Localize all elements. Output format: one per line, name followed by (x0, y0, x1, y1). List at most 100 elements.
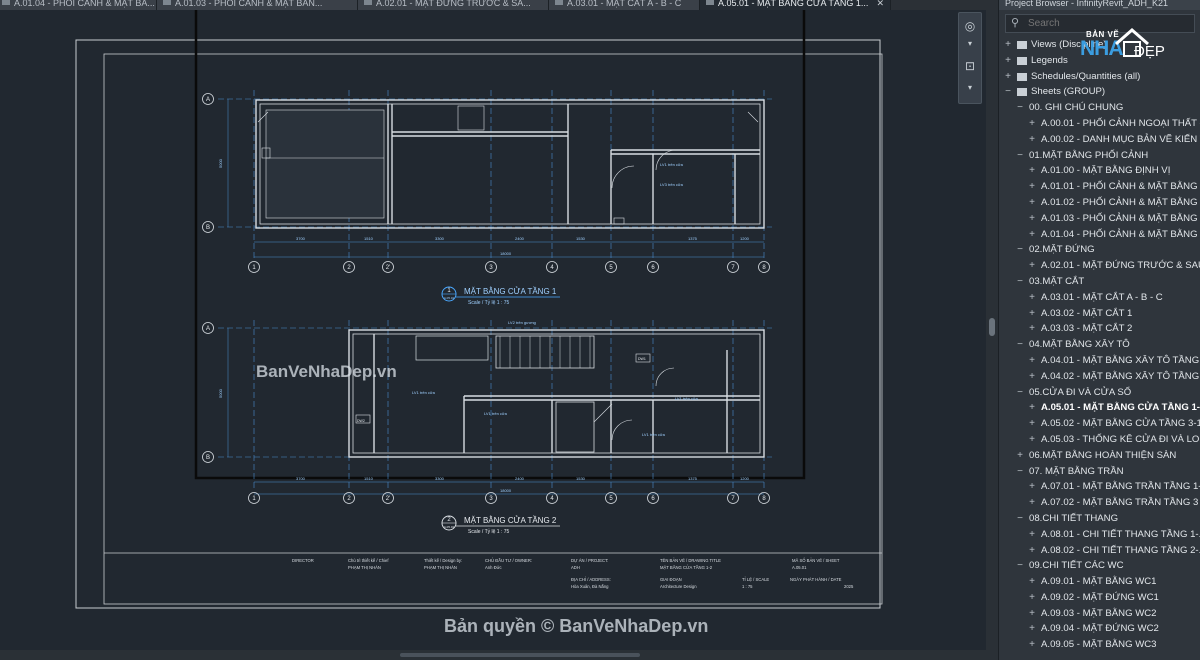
svg-text:A: A (206, 97, 210, 103)
horizontal-scroll-thumb[interactable] (400, 653, 640, 657)
tree-node[interactable]: −04.MẶT BẰNG XÂY TÔ (999, 337, 1200, 353)
expand-icon[interactable]: + (1003, 69, 1013, 85)
expand-icon[interactable]: + (1027, 400, 1037, 416)
steering-wheel-icon[interactable]: ◎ (961, 17, 979, 35)
expand-icon[interactable]: + (1027, 606, 1037, 622)
collapse-icon[interactable]: − (1015, 511, 1025, 527)
collapse-icon[interactable]: − (1015, 464, 1025, 480)
collapse-icon[interactable]: − (1015, 337, 1025, 353)
tree-node[interactable]: + A.01.02 - PHỐI CẢNH & MẶT BẰNG ... (999, 195, 1200, 211)
collapse-icon[interactable]: − (1015, 242, 1025, 258)
expand-icon[interactable]: + (1027, 179, 1037, 195)
tree-node[interactable]: + A.09.05 - MẶT BẰNG WC3 (999, 637, 1200, 653)
zoom-dropdown-icon[interactable]: ▾ (961, 79, 979, 97)
expand-icon[interactable]: + (1027, 543, 1037, 559)
expand-icon[interactable]: + (1027, 227, 1037, 243)
tree-node[interactable]: −09.CHI TIẾT CÁC WC (999, 558, 1200, 574)
tree-node[interactable]: −05.CỬA ĐI VÀ CỬA SỔ (999, 385, 1200, 401)
collapse-icon[interactable]: − (1015, 148, 1025, 164)
tree-node[interactable]: + A.09.03 - MẶT BẰNG WC2 (999, 606, 1200, 622)
watermark-bottom: Bản quyền © BanVeNhaDep.vn (444, 616, 709, 636)
tree-node[interactable]: + A.08.02 - CHI TIẾT THANG TẦNG 2-... (999, 543, 1200, 559)
tree-node[interactable]: + A.04.01 - MẶT BẰNG XÂY TÔ TẦNG ... (999, 353, 1200, 369)
expand-icon[interactable]: + (1027, 290, 1037, 306)
tree-node[interactable]: −00. GHI CHÚ CHUNG (999, 100, 1200, 116)
expand-icon[interactable]: + (1027, 163, 1037, 179)
expand-icon[interactable]: + (1003, 53, 1013, 69)
tab-a-01-04[interactable]: A.01.04 - PHỐI CẢNH & MẶT BẰ... (0, 0, 157, 10)
expand-icon[interactable]: + (1027, 369, 1037, 385)
tab-a-05-01[interactable]: A.05.01 - MẶT BẰNG CỬA TẦNG 1... ✕ (700, 0, 891, 10)
tree-node[interactable]: + A.01.04 - PHỐI CẢNH & MẶT BẰNG ... (999, 227, 1200, 243)
tree-node[interactable]: + A.07.02 - MẶT BẰNG TRẦN TẦNG 3 ... (999, 495, 1200, 511)
expand-icon[interactable]: + (1027, 574, 1037, 590)
tree-node[interactable]: + A.09.04 - MẶT ĐỨNG WC2 (999, 621, 1200, 637)
title-block[interactable]: DIRECTOR Chủ trì thiết kế / Chief PHẠM T… (104, 552, 882, 589)
expand-icon[interactable]: + (1027, 416, 1037, 432)
expand-icon[interactable]: + (1027, 306, 1037, 322)
tree-node[interactable]: + A.09.02 - MẶT ĐỨNG WC1 (999, 590, 1200, 606)
expand-icon[interactable]: + (1003, 37, 1013, 53)
tree-node[interactable]: − Sheets (GROUP) (999, 84, 1200, 100)
expand-icon[interactable]: + (1027, 116, 1037, 132)
tree-node[interactable]: −03.MẶT CẮT (999, 274, 1200, 290)
collapse-icon[interactable]: − (1015, 385, 1025, 401)
vertical-scroll-thumb[interactable] (989, 318, 995, 336)
tab-a-02-01[interactable]: A.02.01 - MẶT ĐỨNG TRƯỚC & SA... (358, 0, 549, 10)
expand-icon[interactable]: + (1027, 495, 1037, 511)
expand-icon[interactable]: + (1027, 621, 1037, 637)
tree-node[interactable]: + A.09.01 - MẶT BẰNG WC1 (999, 574, 1200, 590)
close-tab-icon[interactable]: ✕ (876, 0, 884, 8)
tree-node[interactable]: + A.05.01 - MẶT BẰNG CỬA TẦNG 1-2 (999, 400, 1200, 416)
tab-a-03-01[interactable]: A.03.01 - MẶT CẮT A - B - C (549, 0, 700, 10)
tree-node[interactable]: −07. MẶT BẰNG TRẦN (999, 464, 1200, 480)
plan2-view-title[interactable]: 2 A.05.01 MẶT BẰNG CỬA TẦNG 2 Scale / Tỷ… (441, 515, 560, 535)
tree-node[interactable]: + A.01.01 - PHỐI CẢNH & MẶT BẰNG ... (999, 179, 1200, 195)
expand-icon[interactable]: + (1027, 479, 1037, 495)
vertical-scrollbar[interactable] (986, 10, 998, 650)
tree-node[interactable]: −08.CHI TIẾT THANG (999, 511, 1200, 527)
tree-node[interactable]: + A.05.03 - THỐNG KÊ CỬA ĐI VÀ LOUVER (999, 432, 1200, 448)
tree-node[interactable]: + A.05.02 - MẶT BẰNG CỬA TẦNG 3-1... (999, 416, 1200, 432)
tree-node[interactable]: + A.01.00 - MẶT BẰNG ĐỊNH VỊ (999, 163, 1200, 179)
tree-node[interactable]: −01.MẶT BẰNG PHỐI CẢNH (999, 148, 1200, 164)
expand-icon[interactable]: + (1027, 132, 1037, 148)
tree-node[interactable]: + A.00.01 - PHỐI CẢNH NGOẠI THẤT - ... (999, 116, 1200, 132)
tree-node[interactable]: + A.03.03 - MẶT CẮT 2 (999, 321, 1200, 337)
svg-text:1200: 1200 (740, 476, 750, 481)
expand-icon[interactable]: + (1027, 432, 1037, 448)
expand-icon[interactable]: + (1027, 258, 1037, 274)
tree-node[interactable]: + A.02.01 - MẶT ĐỨNG TRƯỚC & SAU (999, 258, 1200, 274)
tab-a-01-03[interactable]: A.01.03 - PHỐI CẢNH & MẶT BẰN... (157, 0, 358, 10)
tree-node[interactable]: + A.04.02 - MẶT BẰNG XÂY TÔ TẦNG ... (999, 369, 1200, 385)
plan1-view-title[interactable]: 1 A.05.01 MẶT BẰNG CỬA TẦNG 1 Scale / Tỷ… (441, 286, 560, 306)
expand-icon[interactable]: + (1027, 527, 1037, 543)
collapse-icon[interactable]: − (1015, 274, 1025, 290)
collapse-icon[interactable]: − (1015, 100, 1025, 116)
expand-icon[interactable]: + (1015, 448, 1025, 464)
tree-node[interactable]: +06.MẶT BẰNG HOÀN THIỆN SÀN (999, 448, 1200, 464)
collapse-icon[interactable]: − (1015, 558, 1025, 574)
sheet-icon (555, 0, 563, 5)
sheet-icon (2, 0, 10, 5)
collapse-icon[interactable]: − (1003, 84, 1013, 100)
expand-icon[interactable]: + (1027, 353, 1037, 369)
expand-icon[interactable]: + (1027, 321, 1037, 337)
expand-icon[interactable]: + (1027, 211, 1037, 227)
svg-text:3700: 3700 (296, 476, 306, 481)
expand-icon[interactable]: + (1027, 637, 1037, 653)
tree-node[interactable]: + A.01.03 - PHỐI CẢNH & MẶT BẰNG ... (999, 211, 1200, 227)
expand-icon[interactable]: + (1027, 590, 1037, 606)
tree-node[interactable]: + A.03.02 - MẶT CẮT 1 (999, 306, 1200, 322)
drawing-canvas[interactable]: LV1 trên cửa LV3 trên cửa 3700 1510 3300… (0, 10, 986, 650)
tree-node[interactable]: + A.07.01 - MẶT BẰNG TRẦN TẦNG 1-... (999, 479, 1200, 495)
tree-node[interactable]: + Schedules/Quantities (all) (999, 69, 1200, 85)
zoom-icon[interactable]: ⊡ (961, 57, 979, 75)
tree-node[interactable]: + A.08.01 - CHI TIẾT THANG TẦNG 1-... (999, 527, 1200, 543)
horizontal-scrollbar[interactable] (0, 650, 998, 660)
tree-node[interactable]: + A.03.01 - MẶT CẮT A - B - C (999, 290, 1200, 306)
expand-icon[interactable]: + (1027, 195, 1037, 211)
nav-dropdown-icon[interactable]: ▾ (961, 35, 979, 53)
tree-node[interactable]: + A.00.02 - DANH MỤC BẢN VẼ KIẾN TRÚC (999, 132, 1200, 148)
tree-node[interactable]: −02.MẶT ĐỨNG (999, 242, 1200, 258)
